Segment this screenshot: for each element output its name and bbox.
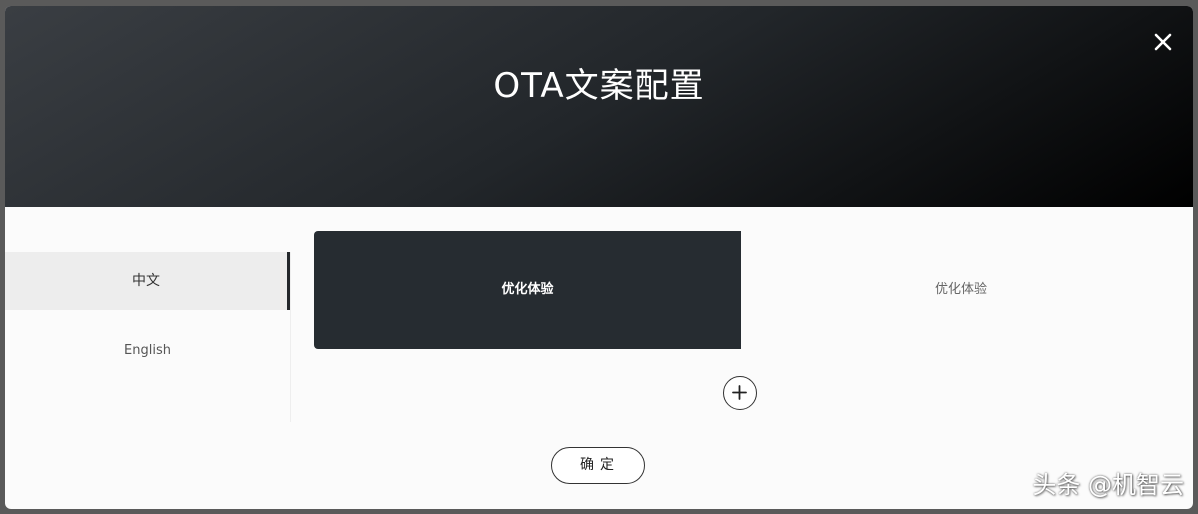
confirm-button[interactable]: 确定	[551, 447, 645, 484]
ota-copy-config-dialog: OTA文案配置 中文 English 优化体验 优化体验 确定	[5, 6, 1193, 509]
language-item-english[interactable]: English	[5, 322, 290, 380]
close-icon[interactable]	[1151, 30, 1175, 54]
language-item-chinese[interactable]: 中文	[5, 252, 290, 310]
plus-icon	[732, 385, 747, 400]
watermark: 头条 @机智云	[1032, 471, 1184, 499]
copy-item-selected[interactable]: 优化体验	[314, 231, 741, 349]
language-list: 中文 English	[5, 252, 291, 422]
add-copy-button[interactable]	[723, 376, 757, 410]
copy-item[interactable]: 优化体验	[741, 231, 1181, 349]
dialog-title: OTA文案配置	[493, 66, 705, 106]
language-label: 中文	[132, 273, 160, 289]
dialog-header: OTA文案配置	[5, 6, 1193, 207]
copy-item-text: 优化体验	[501, 282, 554, 297]
copy-item-text: 优化体验	[934, 282, 987, 297]
language-label: English	[124, 343, 171, 358]
